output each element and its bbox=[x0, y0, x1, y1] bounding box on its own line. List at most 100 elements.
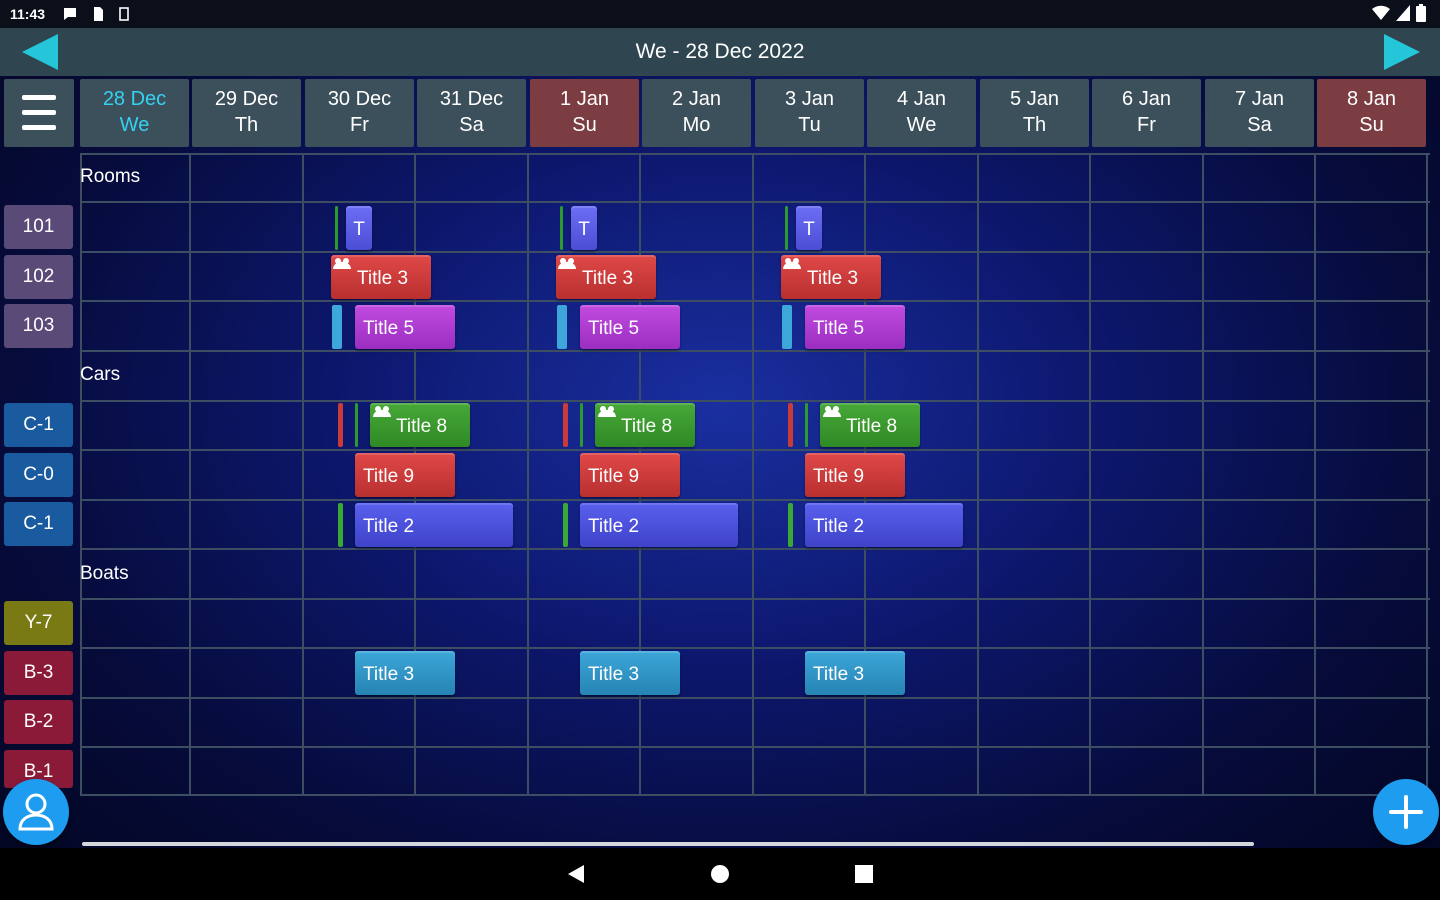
resource-label[interactable]: 103 bbox=[4, 304, 73, 348]
event-marker bbox=[785, 206, 788, 250]
event-block[interactable]: Title 3 bbox=[331, 255, 431, 299]
event-block[interactable]: Title 9 bbox=[805, 453, 905, 497]
event-block[interactable]: Title 9 bbox=[355, 453, 455, 497]
user-button[interactable] bbox=[3, 779, 69, 845]
event-block[interactable]: Title 5 bbox=[805, 305, 905, 349]
resource-label[interactable]: C-1 bbox=[4, 502, 73, 546]
group-label-cars: Cars bbox=[80, 364, 121, 385]
event-block[interactable]: Title 5 bbox=[580, 305, 680, 349]
day-header[interactable]: 5 Jan Th bbox=[980, 79, 1089, 147]
nav-home-icon[interactable] bbox=[711, 865, 729, 883]
day-weekday: Mo bbox=[682, 114, 711, 136]
day-weekday: Fr bbox=[350, 114, 369, 136]
message-icon bbox=[64, 8, 76, 20]
resource-label[interactable]: B-2 bbox=[4, 700, 73, 744]
event-block[interactable]: Title 8 bbox=[820, 403, 920, 447]
resource-label[interactable]: Y-7 bbox=[4, 601, 73, 645]
forward-arrow-icon[interactable] bbox=[1380, 32, 1424, 72]
event-title: Title 8 bbox=[846, 416, 898, 437]
event-block[interactable]: Title 3 bbox=[781, 255, 881, 299]
user-icon bbox=[18, 793, 54, 831]
day-date: 28 Dec bbox=[102, 88, 167, 110]
app-root: 11:43 We - 28 Dec 2022 28 Dec We 29 Dec Th… bbox=[0, 0, 1440, 900]
day-header[interactable]: 7 Jan Sa bbox=[1205, 79, 1314, 147]
resource-label[interactable]: C-0 bbox=[4, 453, 73, 497]
add-button[interactable] bbox=[1373, 779, 1439, 845]
resource-label[interactable]: B-3 bbox=[4, 651, 73, 695]
day-date: 3 Jan bbox=[785, 88, 834, 110]
day-header[interactable]: 29 Dec Th bbox=[192, 79, 301, 147]
event-block[interactable]: Title 8 bbox=[595, 403, 695, 447]
event-marker bbox=[355, 403, 358, 447]
day-weekday: Fr bbox=[1137, 114, 1156, 136]
event-title: Title 8 bbox=[621, 416, 673, 437]
event-marker bbox=[580, 403, 583, 447]
clipboard-icon bbox=[119, 7, 129, 21]
day-header[interactable]: 6 Jan Fr bbox=[1092, 79, 1201, 147]
sim-icon bbox=[94, 7, 103, 21]
day-header[interactable]: 28 Dec We bbox=[80, 79, 189, 147]
group-label-boats: Boats bbox=[80, 563, 129, 584]
day-header[interactable]: 3 Jan Tu bbox=[755, 79, 864, 147]
event-title: Title 3 bbox=[357, 268, 409, 289]
top-nav: We - 28 Dec 2022 bbox=[0, 28, 1440, 76]
people-icon bbox=[333, 258, 351, 269]
day-weekday: Su bbox=[1359, 114, 1384, 136]
horizontal-scrollbar[interactable] bbox=[82, 842, 1254, 846]
day-date: 7 Jan bbox=[1235, 88, 1284, 110]
event-title: Title 3 bbox=[807, 268, 859, 289]
event-block[interactable]: Title 3 bbox=[355, 651, 455, 695]
schedule-grid bbox=[80, 153, 1430, 796]
day-header[interactable]: 30 Dec Fr bbox=[305, 79, 414, 147]
resource-label[interactable]: 101 bbox=[4, 205, 73, 249]
event-marker bbox=[788, 503, 793, 547]
people-icon bbox=[598, 406, 616, 417]
event-title: Title 8 bbox=[396, 416, 448, 437]
event-marker bbox=[805, 403, 808, 447]
day-header[interactable]: 4 Jan We bbox=[867, 79, 976, 147]
event-block[interactable]: Title 3 bbox=[556, 255, 656, 299]
resource-label[interactable]: 102 bbox=[4, 255, 73, 299]
event-block[interactable]: Title 9 bbox=[580, 453, 680, 497]
day-date: 29 Dec bbox=[214, 88, 279, 110]
event-marker bbox=[563, 503, 568, 547]
day-header[interactable]: 2 Jan Mo bbox=[642, 79, 751, 147]
day-weekday: Th bbox=[1022, 114, 1047, 136]
event-marker bbox=[338, 403, 343, 447]
day-date: 8 Jan bbox=[1347, 88, 1396, 110]
signal-icon bbox=[1396, 5, 1410, 21]
status-time: 11:43 bbox=[10, 6, 46, 22]
day-date: 5 Jan bbox=[1010, 88, 1059, 110]
day-weekday: We bbox=[906, 114, 937, 136]
day-date: 2 Jan bbox=[672, 88, 721, 110]
event-block[interactable]: Title 2 bbox=[805, 503, 963, 547]
event-block[interactable]: Title 3 bbox=[580, 651, 680, 695]
people-icon bbox=[558, 258, 576, 269]
day-header[interactable]: 1 Jan Su bbox=[530, 79, 639, 147]
resource-label[interactable]: C-1 bbox=[4, 403, 73, 447]
nav-recents-icon[interactable] bbox=[855, 865, 873, 883]
event-marker bbox=[332, 305, 342, 349]
event-block[interactable]: Title 3 bbox=[805, 651, 905, 695]
plus-icon bbox=[1389, 795, 1423, 829]
day-date: 6 Jan bbox=[1122, 88, 1171, 110]
menu-button[interactable] bbox=[4, 79, 74, 147]
event-block[interactable]: Title 2 bbox=[580, 503, 738, 547]
day-weekday: Sa bbox=[459, 114, 484, 136]
people-icon bbox=[783, 258, 801, 269]
day-weekday: Sa bbox=[1247, 114, 1272, 136]
day-header[interactable]: 31 Dec Sa bbox=[417, 79, 526, 147]
system-nav-bar bbox=[0, 848, 1440, 900]
day-header[interactable]: 8 Jan Su bbox=[1317, 79, 1426, 147]
day-weekday: Tu bbox=[798, 114, 821, 136]
event-block[interactable]: Title 8 bbox=[370, 403, 470, 447]
day-date: 1 Jan bbox=[560, 88, 609, 110]
event-block[interactable]: T bbox=[796, 206, 822, 250]
event-marker bbox=[335, 206, 338, 250]
event-marker bbox=[782, 305, 792, 349]
event-block[interactable]: Title 2 bbox=[355, 503, 513, 547]
event-block[interactable]: Title 5 bbox=[355, 305, 455, 349]
event-block[interactable]: T bbox=[571, 206, 597, 250]
nav-back-icon[interactable] bbox=[566, 864, 586, 884]
event-block[interactable]: T bbox=[346, 206, 372, 250]
